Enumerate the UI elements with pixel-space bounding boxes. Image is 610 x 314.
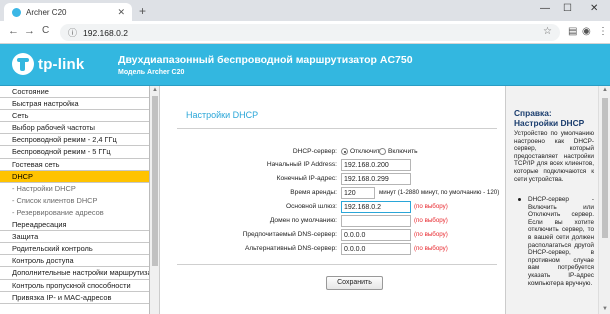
info-icon[interactable]: ⓘ — [68, 26, 77, 39]
lease-time-hint: минут (1-2880 минут, по умолчанию - 120) — [379, 189, 500, 196]
tp-link-logo-icon — [12, 53, 34, 75]
menu-item[interactable]: DHCP — [0, 170, 149, 183]
submenu-item[interactable]: - Резервирование адресов — [0, 207, 149, 219]
scroll-up-icon[interactable]: ▲ — [152, 87, 158, 93]
help-scrollbar[interactable]: ▲ ▼ — [598, 86, 610, 314]
browser-tab-bar: Archer C20 ✕ + — ☐ ✕ — [0, 0, 610, 21]
menu-item[interactable]: Контроль пропускной способности — [0, 280, 149, 292]
lease-time-label: Время аренды: — [290, 189, 337, 196]
menu-scroll-thumb[interactable] — [152, 96, 158, 266]
menu-icon[interactable]: ⋮ — [598, 26, 608, 37]
new-tab-button[interactable]: + — [139, 4, 146, 18]
end-ip-row: Конечный IP-адрес: — [161, 173, 505, 187]
address-bar[interactable]: ⓘ 192.168.0.2 ☆ — [60, 24, 560, 41]
help-list: DHCP-сервер - Включить или Отключить сер… — [516, 196, 594, 287]
dns2-optional-note: (по выбору) — [414, 245, 448, 252]
bookmark-icon[interactable]: ▤ — [568, 26, 577, 37]
domain-input[interactable] — [341, 215, 411, 227]
left-menu: Состояние Быстрая настройка Сеть Выбор рабо… — [0, 86, 150, 314]
gateway-optional-note: (по выбору) — [414, 203, 448, 210]
help-panel: Справка: Настройки DHCP Устройство по ум… — [506, 86, 598, 314]
account-icon[interactable]: ◉ — [582, 26, 591, 37]
url-text: 192.168.0.2 — [83, 27, 128, 38]
dns1-row: Предпочитаемый DNS-сервер: (по выбору) — [161, 229, 505, 243]
router-title: Двухдиапазонный беспроводной маршрутизат… — [118, 54, 413, 66]
forward-button[interactable]: → — [24, 25, 35, 37]
tab-favicon-icon — [12, 7, 21, 17]
help-title: Справка: Настройки DHCP — [514, 108, 585, 128]
menu-item[interactable]: Переадресация — [0, 219, 149, 232]
menu-item[interactable]: Дополнительные настройки маршрутизации — [0, 267, 149, 280]
start-ip-label: Начальный IP Address: — [266, 161, 337, 168]
menu-item[interactable]: Беспроводной режим - 5 ГГц — [0, 146, 149, 159]
menu-item[interactable]: Контроль доступа — [0, 255, 149, 268]
logo-text: tp-link — [38, 55, 85, 73]
tp-link-logo: tp-link — [12, 53, 84, 75]
submenu-item[interactable]: - Настройки DHCP — [0, 183, 149, 195]
menu-item[interactable]: Беспроводной режим - 2,4 ГГц — [0, 134, 149, 147]
reload-button[interactable]: C — [42, 25, 49, 36]
gateway-input[interactable] — [341, 201, 411, 213]
router-header: tp-link Двухдиапазонный беспроводной мар… — [0, 44, 610, 85]
back-button[interactable]: ← — [8, 25, 19, 37]
star-icon[interactable]: ☆ — [543, 26, 552, 37]
save-button[interactable]: Сохранить — [326, 276, 383, 290]
tab-close-icon[interactable]: ✕ — [117, 7, 125, 18]
maximize-button[interactable]: ☐ — [563, 3, 572, 14]
domain-label: Домен по умолчанию: — [269, 217, 337, 224]
end-ip-input[interactable] — [341, 173, 411, 185]
menu-item[interactable]: Сеть — [0, 110, 149, 123]
menu-item[interactable]: Выбор рабочей частоты — [0, 122, 149, 135]
dhcp-server-row: DHCP-сервер: Отключить Включить — [161, 146, 505, 160]
browser-toolbar: ← → C ⓘ 192.168.0.2 ☆ ▤ ◉ ⋮ — [0, 21, 610, 44]
dns1-label: Предпочитаемый DNS-сервер: — [242, 231, 337, 238]
help-scroll-thumb[interactable] — [602, 98, 608, 238]
lease-time-row: Время аренды: минут (1-2880 минут, по ум… — [161, 187, 505, 201]
start-ip-row: Начальный IP Address: — [161, 159, 505, 173]
dhcp-off-radio[interactable]: Отключить — [341, 148, 383, 155]
dns2-input[interactable] — [341, 243, 411, 255]
page-title: Настройки DHCP — [186, 110, 259, 120]
dhcp-settings-panel: Настройки DHCP DHCP-сервер: Отключить Вк… — [161, 86, 505, 314]
close-window-button[interactable]: ✕ — [590, 3, 598, 14]
dns1-input[interactable] — [341, 229, 411, 241]
menu-item[interactable]: Защита — [0, 231, 149, 244]
domain-row: Домен по умолчанию: (по выбору) — [161, 215, 505, 229]
lease-time-input[interactable] — [341, 187, 375, 199]
menu-item[interactable]: Состояние — [0, 86, 149, 99]
dhcp-server-label: DHCP-сервер: — [292, 148, 337, 155]
gateway-label: Основной шлюз: — [286, 203, 337, 210]
help-bullet: DHCP-сервер - Включить или Отключить сер… — [528, 196, 594, 287]
bullet-icon — [518, 198, 521, 201]
minimize-button[interactable]: — — [540, 3, 550, 14]
menu-item[interactable]: Привязка IP- и MAC-адресов — [0, 292, 149, 304]
submenu-item[interactable]: - Список клиентов DHCP — [0, 195, 149, 207]
radio-selected-icon[interactable] — [341, 148, 348, 155]
domain-optional-note: (по выбору) — [414, 217, 448, 224]
dhcp-on-radio[interactable]: Включить — [379, 148, 418, 155]
tab-title: Archer C20 — [26, 7, 67, 17]
browser-tab[interactable]: Archer C20 ✕ — [4, 3, 132, 21]
help-paragraph: Устройство по умолчанию настроено как DH… — [514, 130, 594, 183]
scroll-down-icon[interactable]: ▼ — [602, 306, 608, 312]
gateway-row: Основной шлюз: (по выбору) — [161, 201, 505, 215]
end-ip-label: Конечный IP-адрес: — [276, 175, 337, 182]
divider — [177, 264, 497, 265]
dns2-label: Альтернативный DNS-сервер: — [244, 245, 337, 252]
scroll-up-icon[interactable]: ▲ — [602, 87, 608, 93]
divider — [177, 128, 497, 129]
dns2-row: Альтернативный DNS-сервер: (по выбору) — [161, 243, 505, 257]
menu-scrollbar[interactable]: ▲ — [150, 86, 160, 314]
menu-item[interactable]: Гостевая сеть — [0, 159, 149, 171]
radio-unselected-icon[interactable] — [379, 148, 386, 155]
start-ip-input[interactable] — [341, 159, 411, 171]
router-model: Модель Archer C20 — [118, 69, 185, 76]
menu-item[interactable]: Быстрая настройка — [0, 98, 149, 111]
dns1-optional-note: (по выбору) — [414, 231, 448, 238]
menu-item[interactable]: Родительский контроль — [0, 243, 149, 256]
dhcp-on-label: Включить — [388, 148, 418, 155]
